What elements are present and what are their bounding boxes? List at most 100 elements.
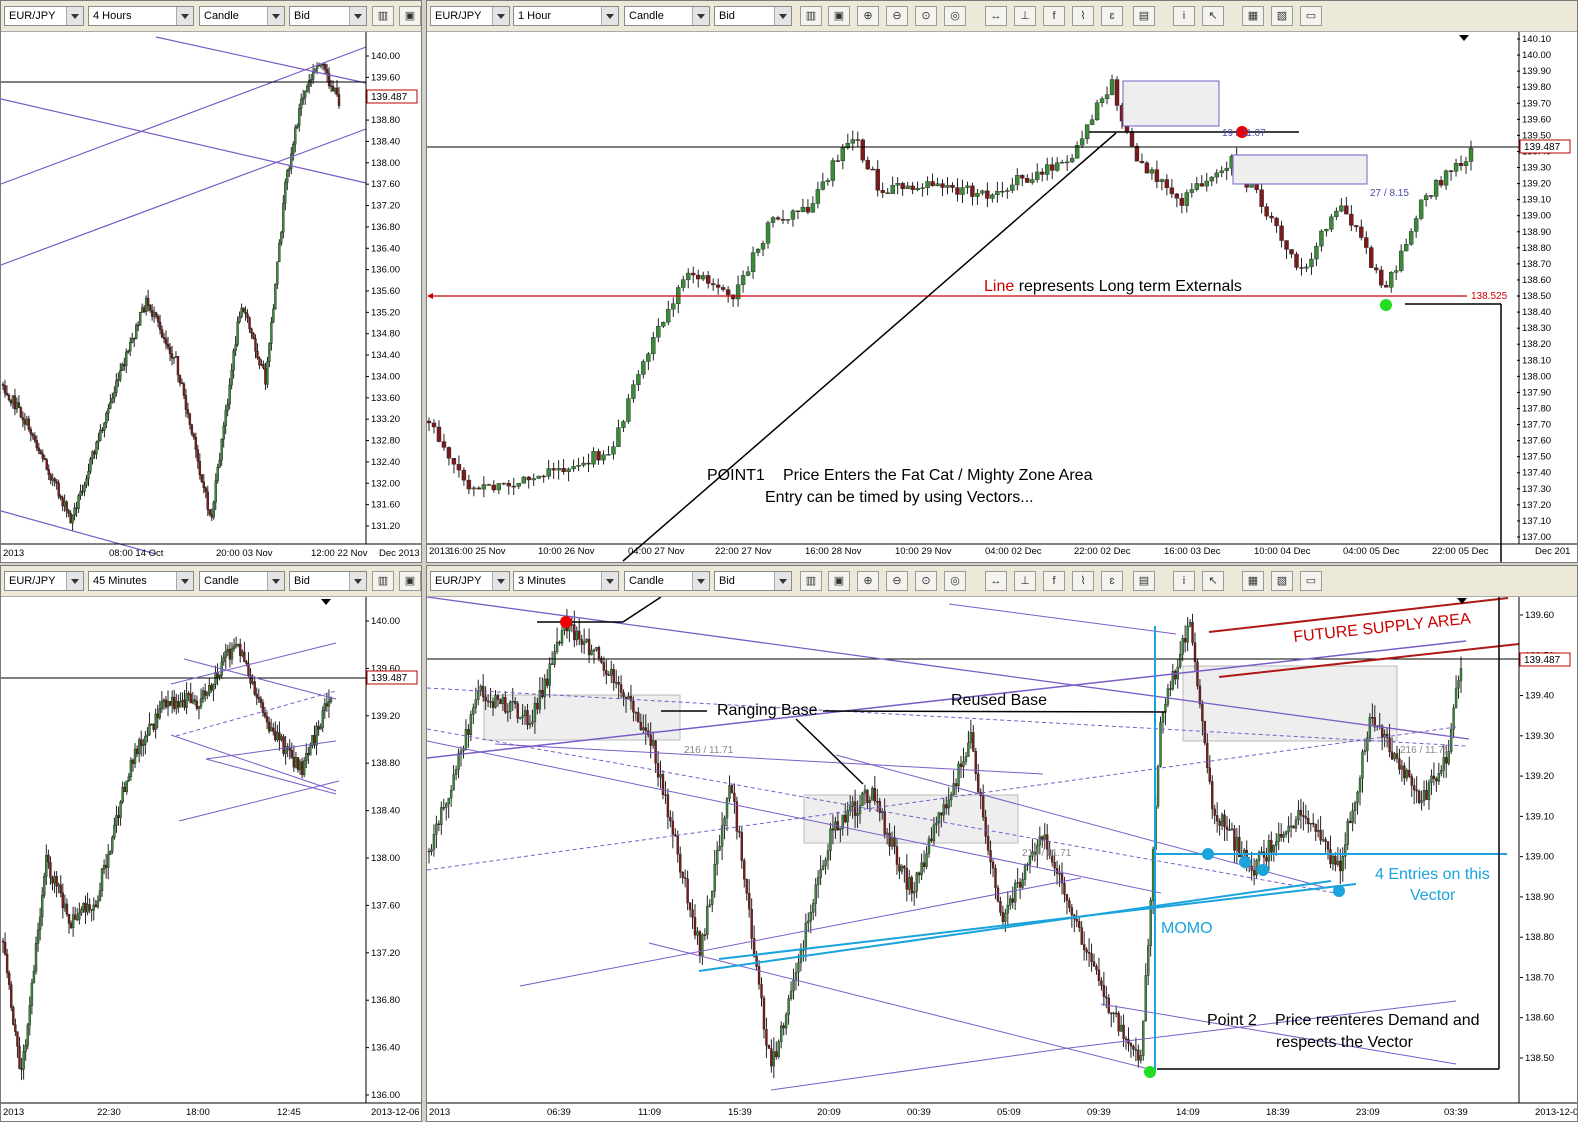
draw-icon[interactable]: ⌇ bbox=[1072, 571, 1094, 591]
y-tick-label: 138.50 bbox=[1525, 1053, 1554, 1064]
price-side-select[interactable]: Bid bbox=[714, 6, 792, 26]
draw-icon[interactable]: ɛ bbox=[1101, 571, 1123, 591]
fit-icon[interactable]: ⊙ bbox=[915, 6, 937, 26]
period-icon[interactable]: ↔ bbox=[985, 6, 1007, 26]
lock-icon[interactable]: ▣ bbox=[399, 571, 421, 591]
candle bbox=[730, 784, 734, 794]
sheet-icon[interactable]: ▤ bbox=[1133, 6, 1155, 26]
candle bbox=[427, 417, 432, 431]
expand-icon[interactable]: ◎ bbox=[944, 6, 966, 26]
timeframe-value: 3 Minutes bbox=[518, 575, 566, 587]
chevron-down-icon[interactable] bbox=[492, 7, 509, 25]
symbol-select[interactable]: EUR/JPY bbox=[4, 571, 84, 591]
chart-type-select[interactable]: Candle bbox=[624, 6, 710, 26]
candle bbox=[86, 892, 89, 916]
grid-icon[interactable]: ▦ bbox=[1242, 571, 1264, 591]
function-icon[interactable]: f bbox=[1043, 6, 1065, 26]
zoom-out-icon[interactable]: ⊖ bbox=[886, 6, 908, 26]
timeframe-select[interactable]: 4 Hours bbox=[88, 6, 194, 26]
candle bbox=[661, 770, 665, 800]
fit-icon[interactable]: ⊙ bbox=[915, 571, 937, 591]
candle bbox=[693, 904, 697, 940]
info-icon[interactable]: i bbox=[1173, 6, 1195, 26]
chevron-down-icon[interactable] bbox=[66, 7, 83, 25]
chevron-down-icon[interactable] bbox=[774, 7, 791, 25]
overlays bbox=[1, 642, 366, 822]
candle bbox=[266, 356, 269, 389]
chevron-down-icon[interactable] bbox=[349, 7, 366, 25]
layout-icon[interactable]: ▭ bbox=[1300, 6, 1322, 26]
last-price-label: 139.487 bbox=[371, 92, 408, 103]
chevron-down-icon[interactable] bbox=[601, 7, 618, 25]
chevron-down-icon[interactable] bbox=[176, 572, 193, 590]
layout-icon[interactable]: ▭ bbox=[1300, 571, 1322, 591]
timeframe-select[interactable]: 3 Minutes bbox=[513, 571, 619, 591]
period-icon[interactable]: ↔ bbox=[985, 571, 1007, 591]
chart-icon[interactable]: ▥ bbox=[800, 571, 822, 591]
sheet-icon[interactable]: ▤ bbox=[1133, 571, 1155, 591]
candle bbox=[757, 960, 761, 990]
candle bbox=[582, 628, 586, 654]
expand-icon[interactable]: ◎ bbox=[944, 571, 966, 591]
chart-icon[interactable]: ▥ bbox=[372, 571, 394, 591]
chevron-down-icon[interactable] bbox=[349, 572, 366, 590]
symbol-select[interactable]: EUR/JPY bbox=[430, 6, 510, 26]
chevron-down-icon[interactable] bbox=[267, 7, 284, 25]
draw-icon[interactable]: ɛ bbox=[1101, 6, 1123, 26]
lock-icon[interactable]: ▣ bbox=[828, 6, 850, 26]
save-icon[interactable]: ▧ bbox=[1271, 571, 1293, 591]
x-tick-label: 18:39 bbox=[1266, 1107, 1290, 1118]
function-icon[interactable]: f bbox=[1043, 571, 1065, 591]
candle bbox=[333, 87, 337, 95]
info-icon[interactable]: i bbox=[1173, 571, 1195, 591]
candle bbox=[75, 501, 78, 517]
lock-icon[interactable]: ▣ bbox=[828, 571, 850, 591]
chart-type-select[interactable]: Candle bbox=[199, 6, 285, 26]
candle bbox=[1435, 776, 1438, 792]
chevron-down-icon[interactable] bbox=[774, 572, 791, 590]
chart-icon[interactable]: ▥ bbox=[372, 6, 394, 26]
price-side-select[interactable]: Bid bbox=[714, 571, 792, 591]
zoom-in-icon[interactable]: ⊕ bbox=[857, 571, 879, 591]
timeframe-select[interactable]: 45 Minutes bbox=[88, 571, 194, 591]
price-side-select[interactable]: Bid bbox=[289, 571, 367, 591]
chevron-down-icon[interactable] bbox=[692, 7, 709, 25]
candle bbox=[101, 427, 104, 434]
chevron-down-icon[interactable] bbox=[601, 572, 618, 590]
price-side-select[interactable]: Bid bbox=[289, 6, 367, 26]
symbol-select[interactable]: EUR/JPY bbox=[430, 571, 510, 591]
timeframe-select[interactable]: 1 Hour bbox=[513, 6, 619, 26]
save-icon[interactable]: ▧ bbox=[1271, 6, 1293, 26]
candle bbox=[1468, 140, 1474, 171]
candle bbox=[232, 638, 236, 652]
chevron-down-icon[interactable] bbox=[692, 572, 709, 590]
grid-icon[interactable]: ▦ bbox=[1242, 6, 1264, 26]
cursor-icon[interactable]: ↖ bbox=[1202, 571, 1224, 591]
draw-icon[interactable]: ⊥ bbox=[1014, 571, 1036, 591]
chevron-down-icon[interactable] bbox=[267, 572, 284, 590]
symbol-select[interactable]: EUR/JPY bbox=[4, 6, 84, 26]
chevron-down-icon[interactable] bbox=[176, 7, 193, 25]
candle bbox=[461, 467, 467, 486]
lock-icon[interactable]: ▣ bbox=[399, 6, 421, 26]
chart-type-select[interactable]: Candle bbox=[199, 571, 285, 591]
draw-icon[interactable]: ⊥ bbox=[1014, 6, 1036, 26]
candle bbox=[73, 502, 76, 521]
chevron-down-icon[interactable] bbox=[66, 572, 83, 590]
candle bbox=[1238, 825, 1241, 858]
chevron-down-icon[interactable] bbox=[492, 572, 509, 590]
candle bbox=[220, 655, 223, 679]
candle bbox=[37, 442, 40, 455]
chart-icon[interactable]: ▥ bbox=[800, 6, 822, 26]
cursor-icon[interactable]: ↖ bbox=[1202, 6, 1224, 26]
candle bbox=[242, 307, 245, 313]
draw-icon[interactable]: ⌇ bbox=[1072, 6, 1094, 26]
candle bbox=[280, 230, 283, 246]
chart-type-select[interactable]: Candle bbox=[624, 571, 710, 591]
candle bbox=[481, 476, 487, 498]
candle bbox=[1334, 207, 1339, 221]
candle bbox=[561, 459, 566, 475]
zoom-out-icon[interactable]: ⊖ bbox=[886, 571, 908, 591]
candle bbox=[337, 86, 341, 109]
zoom-in-icon[interactable]: ⊕ bbox=[857, 6, 879, 26]
